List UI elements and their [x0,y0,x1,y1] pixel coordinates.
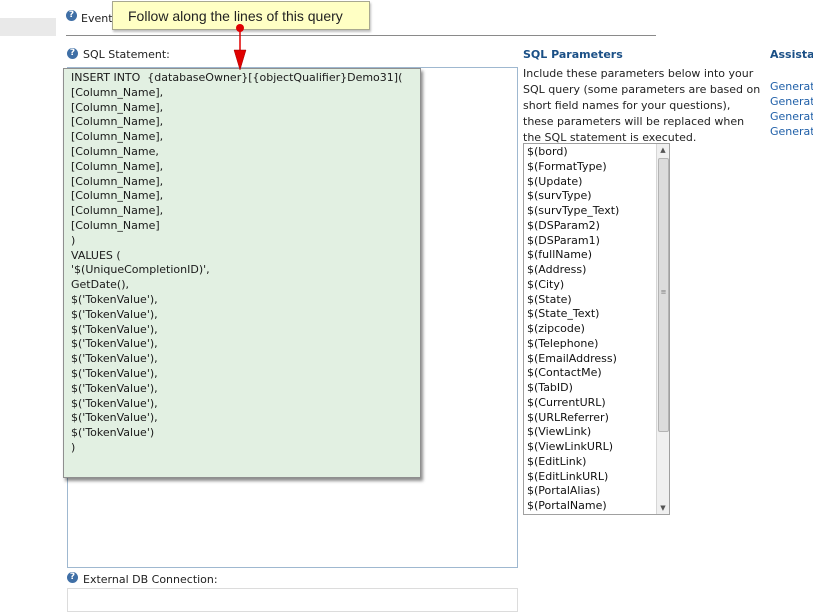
parameter-option[interactable]: $(survType_Text) [527,204,619,219]
sql-line: $('TokenValue'), [71,366,158,380]
sql-line: [Column_Name], [71,85,164,99]
parameter-option[interactable]: $(State_Text) [527,307,619,322]
scroll-up-icon[interactable]: ▲ [657,144,669,156]
sql-parameters-heading: SQL Parameters [523,48,623,61]
sql-line: ) [71,233,76,247]
sql-line: $('TokenValue'), [71,307,158,321]
parameter-option[interactable]: $(DSParam1) [527,234,619,249]
sql-line: [Column_Name], [71,159,164,173]
generate-link[interactable]: Generat [770,125,813,138]
sql-line: $('TokenValue'), [71,381,158,395]
parameter-option[interactable]: $(FormatType) [527,160,619,175]
sql-line: [Column_Name], [71,115,164,129]
sql-line: $('TokenValue'), [71,352,158,366]
sql-line: $('TokenValue'), [71,322,158,336]
parameter-option[interactable]: $(DSParam2) [527,219,619,234]
sql-line: '$(UniqueCompletionID)', [71,263,210,277]
parameter-option[interactable]: $(City) [527,278,619,293]
sql-line: [Column_Name, [71,144,159,158]
external-db-label: External DB Connection: [83,573,218,586]
sql-line: $('TokenValue') [71,426,155,440]
section-divider [66,35,656,36]
generate-link[interactable]: Generat [770,95,813,108]
sql-parameters-description: Include these parameters below into your… [523,67,761,144]
parameter-option[interactable]: $(TabID) [527,381,619,396]
events-label: Event [81,12,113,25]
parameter-option[interactable]: $(ViewLink) [527,425,619,440]
callout-arrow-icon [233,24,247,71]
parameter-option[interactable]: $(bord) [527,145,619,160]
generate-link[interactable]: Generat [770,110,813,123]
sql-line: [Column_Name], [71,204,164,218]
external-db-input[interactable] [67,588,518,612]
parameter-option[interactable]: $(fullName) [527,248,619,263]
parameter-list: $(bord) $(FormatType) $(Update) $(survType)… [527,145,619,514]
sql-line: $('TokenValue'), [71,411,158,425]
sql-line: VALUES ( [71,248,121,262]
sql-code: INSERT INTO {databaseOwner}[{objectQuali… [71,71,402,456]
help-icon[interactable]: ? [67,572,78,583]
sql-line: GetDate(), [71,278,129,292]
help-icon[interactable]: ? [67,48,78,59]
sql-line: $('TokenValue'), [71,396,158,410]
parameter-option[interactable]: $(EditLinkURL) [527,470,619,485]
sql-line: $('TokenValue'), [71,337,158,351]
parameter-option[interactable]: $(Update) [527,175,619,190]
sql-line: [Column_Name], [71,189,164,203]
parameter-option[interactable]: $(EmailAddress) [527,352,619,367]
parameter-option[interactable]: $(PortalName) [527,499,619,514]
parameter-option[interactable]: $(ViewLinkURL) [527,440,619,455]
scroll-thumb[interactable]: ≡ [658,158,669,432]
sql-line: ) [71,440,76,454]
parameter-option[interactable]: $(Address) [527,263,619,278]
left-gray-bar [0,18,56,36]
scroll-down-icon[interactable]: ▼ [657,502,669,514]
parameter-option[interactable]: $(State) [527,293,619,308]
generate-link[interactable]: Generat [770,80,813,93]
sql-line: [Column_Name], [71,130,164,144]
sql-statement-overlay: INSERT INTO {databaseOwner}[{objectQuali… [63,68,421,478]
sql-line: [Column_Name] [71,218,160,232]
parameter-option[interactable]: $(Telephone) [527,337,619,352]
sql-line: [Column_Name], [71,100,164,114]
sql-line: [Column_Name], [71,174,164,188]
parameter-option[interactable]: $(ContactMe) [527,366,619,381]
listbox-scrollbar[interactable]: ▲ ≡ ▼ [656,144,669,514]
parameter-option[interactable]: $(CurrentURL) [527,396,619,411]
grip-icon: ≡ [660,288,667,296]
sql-line: $('TokenValue'), [71,292,158,306]
parameter-option[interactable]: $(survType) [527,189,619,204]
sql-statement-label: SQL Statement: [83,48,170,61]
help-icon[interactable]: ? [66,10,77,21]
parameter-option[interactable]: $(zipcode) [527,322,619,337]
parameter-option[interactable]: $(PortalAlias) [527,484,619,499]
parameter-option[interactable]: $(URLReferrer) [527,411,619,426]
sql-parameters-listbox[interactable]: $(bord) $(FormatType) $(Update) $(survType)… [523,143,670,515]
assistant-heading: Assistan [770,48,813,61]
parameter-option[interactable]: $(EditLink) [527,455,619,470]
sql-line: INSERT INTO {databaseOwner}[{objectQuali… [71,71,403,84]
